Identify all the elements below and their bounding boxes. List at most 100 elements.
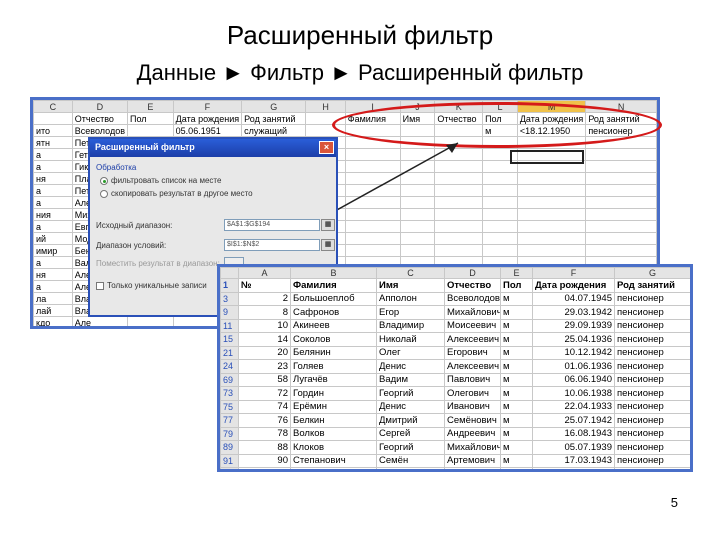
table-cell[interactable]: м: [500, 291, 533, 306]
table-cell[interactable]: [516, 172, 587, 185]
table-cell[interactable]: м: [500, 386, 533, 401]
table-cell[interactable]: [482, 196, 518, 209]
table-cell[interactable]: 10.06.1938: [532, 386, 615, 401]
table-cell[interactable]: Егор: [376, 305, 445, 320]
table-cell[interactable]: Сафронов: [290, 305, 377, 320]
row-number[interactable]: 69: [220, 372, 239, 387]
table-cell[interactable]: [585, 148, 657, 161]
table-cell[interactable]: 12.07.1944: [532, 467, 615, 469]
table-cell[interactable]: 29.09.1939: [532, 318, 615, 333]
table-cell[interactable]: Лугачёв: [290, 372, 377, 387]
row-number[interactable]: 1: [220, 278, 239, 293]
table-cell[interactable]: [585, 244, 657, 257]
table-cell[interactable]: ито: [33, 124, 73, 137]
column-header[interactable]: C: [33, 100, 73, 113]
table-cell[interactable]: м: [500, 305, 533, 320]
table-cell[interactable]: 91: [238, 467, 291, 469]
table-cell[interactable]: кдо: [33, 316, 73, 326]
table-cell[interactable]: м: [500, 399, 533, 414]
source-range-input[interactable]: $A$1:$G$194: [224, 219, 320, 231]
field-name-cell[interactable]: Фамилия: [290, 278, 377, 293]
table-cell[interactable]: 10.12.1942: [532, 345, 615, 360]
table-cell[interactable]: пенсионер: [614, 399, 690, 414]
table-cell[interactable]: а: [33, 148, 73, 161]
table-cell[interactable]: Алексеевич: [444, 359, 501, 374]
table-cell[interactable]: Семён: [376, 453, 445, 468]
table-cell[interactable]: Але: [71, 316, 129, 326]
table-cell[interactable]: [482, 184, 518, 197]
table-cell[interactable]: Артемович: [444, 453, 501, 468]
table-cell[interactable]: Борисович: [72, 329, 127, 330]
table-cell[interactable]: 17.03.1943: [532, 453, 615, 468]
table-cell[interactable]: Моисеевич: [444, 318, 501, 333]
table-cell[interactable]: а: [33, 160, 73, 173]
range-picker-icon[interactable]: ▦: [321, 239, 335, 251]
table-cell[interactable]: Егорович: [444, 345, 501, 360]
table-cell[interactable]: Степанович: [290, 453, 377, 468]
table-cell[interactable]: Ерёмин: [290, 399, 377, 414]
table-cell[interactable]: пенсионер: [614, 291, 690, 306]
row-number[interactable]: 77: [220, 413, 239, 428]
field-name-cell[interactable]: Род занятий: [241, 112, 307, 125]
table-cell[interactable]: 72: [238, 386, 291, 401]
table-cell[interactable]: 20: [238, 345, 291, 360]
table-cell[interactable]: [585, 196, 657, 209]
table-cell[interactable]: пенсионер: [614, 413, 690, 428]
table-cell[interactable]: Денис: [376, 359, 445, 374]
table-cell[interactable]: Павлович: [444, 372, 501, 387]
field-name-cell[interactable]: №: [238, 278, 291, 293]
table-cell[interactable]: [516, 208, 587, 221]
table-cell[interactable]: 25.04.1936: [532, 332, 615, 347]
table-cell[interactable]: лай: [33, 304, 73, 317]
column-header[interactable]: G: [241, 100, 307, 113]
row-number[interactable]: 79: [220, 426, 239, 441]
column-header[interactable]: H: [305, 100, 346, 113]
field-name-cell[interactable]: Отчество: [71, 112, 129, 125]
table-cell[interactable]: 78: [238, 426, 291, 441]
row-number[interactable]: 92: [220, 467, 239, 469]
table-cell[interactable]: [585, 232, 657, 245]
table-cell[interactable]: а: [34, 329, 73, 330]
table-cell[interactable]: пенсионер: [614, 359, 690, 374]
unique-records-row[interactable]: Только уникальные записи: [96, 281, 207, 290]
table-cell[interactable]: ня: [33, 172, 73, 185]
table-cell[interactable]: Волков: [290, 426, 377, 441]
table-cell[interactable]: 88: [238, 440, 291, 455]
table-cell[interactable]: [516, 232, 587, 245]
table-cell[interactable]: Голяев: [290, 359, 377, 374]
table-cell[interactable]: 23: [238, 359, 291, 374]
table-cell[interactable]: Андреевич: [444, 426, 501, 441]
table-cell[interactable]: м: [500, 345, 533, 360]
table-cell[interactable]: 29.03.1942: [532, 305, 615, 320]
table-cell[interactable]: Семёнов: [290, 467, 377, 469]
table-cell[interactable]: пенсионер: [614, 440, 690, 455]
field-name-cell[interactable]: Отчество: [444, 278, 501, 293]
table-cell[interactable]: [516, 184, 587, 197]
table-cell[interactable]: [482, 232, 518, 245]
table-cell[interactable]: 16.08.1943: [532, 426, 615, 441]
table-cell[interactable]: [482, 220, 518, 233]
column-header[interactable]: A: [238, 267, 291, 279]
table-cell[interactable]: Владимир: [376, 318, 445, 333]
table-cell[interactable]: пенсионер: [614, 453, 690, 468]
table-cell[interactable]: а: [33, 220, 73, 233]
table-cell[interactable]: Иванович: [444, 399, 501, 414]
table-cell[interactable]: Всеволодович: [444, 291, 501, 306]
table-cell[interactable]: [585, 220, 657, 233]
table-cell[interactable]: м: [500, 453, 533, 468]
table-cell[interactable]: Георгий: [376, 440, 445, 455]
table-cell[interactable]: 2: [238, 291, 291, 306]
table-cell[interactable]: Алексеевич: [444, 332, 501, 347]
field-name-cell[interactable]: [33, 112, 73, 125]
table-cell[interactable]: 25.07.1942: [532, 413, 615, 428]
row-number[interactable]: 11: [220, 318, 239, 333]
field-name-cell[interactable]: Дата рождения: [532, 278, 615, 293]
column-header[interactable]: D: [444, 267, 501, 279]
table-cell[interactable]: [585, 172, 657, 185]
table-cell[interactable]: Михайлович: [444, 305, 501, 320]
table-cell[interactable]: 06.06.1940: [532, 372, 615, 387]
row-number[interactable]: 73: [220, 386, 239, 401]
column-header[interactable]: D: [71, 100, 129, 113]
table-cell[interactable]: пенсионер: [614, 426, 690, 441]
table-cell[interactable]: [128, 329, 174, 330]
